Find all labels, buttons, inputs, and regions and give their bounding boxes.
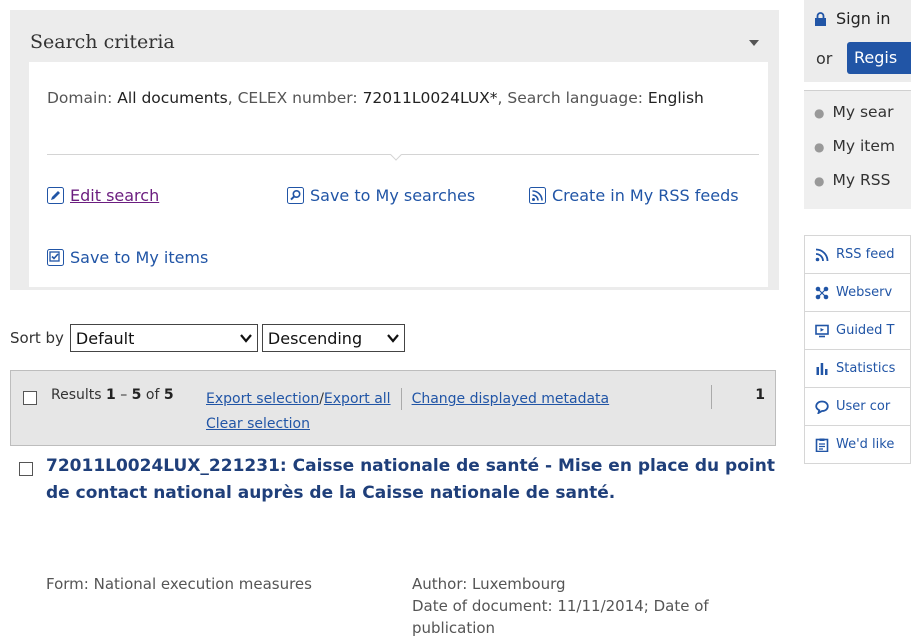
search-criteria-panel: Search criteria Domain: All documents, C…: [10, 10, 779, 290]
search-criteria-summary: Domain: All documents, CELEX number: 720…: [47, 87, 767, 110]
results-dash: –: [115, 387, 132, 403]
monitor-icon: [815, 324, 829, 337]
my-links-panel: ● My sear ● My item ● My RSS: [804, 90, 911, 209]
webservice-label: Webserv: [836, 285, 893, 300]
separator: [711, 385, 712, 409]
rss-icon: [815, 248, 829, 261]
clipboard-icon: [815, 438, 829, 452]
results-from: 1: [106, 387, 116, 403]
result-date: Date of document: 11/11/2014; Date of pu…: [412, 597, 709, 637]
sign-in-panel: Sign in or Regis: [804, 0, 911, 82]
result-meta: Author: Luxembourg Date of document: 11/…: [412, 573, 762, 639]
separator: [400, 388, 402, 410]
clear-selection-link[interactable]: Clear selection: [206, 416, 310, 432]
my-items-label: My item: [832, 137, 895, 155]
rss-icon: [529, 187, 546, 204]
guided-tour-label: Guided T: [836, 323, 895, 338]
divider: [47, 154, 759, 155]
domain-label: Domain:: [47, 89, 118, 107]
sort-field-value: Default: [75, 328, 135, 348]
select-all-checkbox[interactable]: [23, 391, 37, 405]
results-toolbar: Results 1 – 5 of 5 Export selection/Expo…: [10, 370, 776, 446]
my-searches-link[interactable]: ● My sear: [814, 103, 893, 121]
tools-list: RSS feed Webserv Guided T Statistics Use…: [804, 235, 911, 464]
bar-chart-icon: [816, 362, 828, 375]
page-number[interactable]: 1: [755, 387, 765, 403]
save-to-my-searches-button[interactable]: Save to My searches: [287, 184, 475, 207]
export-selection-link[interactable]: Export selection: [206, 391, 319, 407]
result-form: Form: National execution measures: [46, 575, 312, 593]
pencil-icon: [47, 187, 64, 204]
domain-value: All documents: [117, 89, 228, 107]
sort-label: Sort by: [10, 329, 64, 347]
guided-tour-link[interactable]: Guided T: [804, 311, 911, 349]
register-button[interactable]: Regis: [847, 42, 911, 74]
lock-icon: [815, 11, 826, 26]
create-rss-feed-button[interactable]: Create in My RSS feeds: [529, 184, 739, 207]
sort-field-select[interactable]: Default: [69, 324, 258, 352]
saved-items-icon: [47, 249, 64, 266]
my-rss-label: My RSS: [832, 171, 891, 189]
result-id-link[interactable]: 72011L0024LUX_221231: [46, 456, 280, 476]
language-value: English: [647, 89, 704, 107]
bullet-icon: ●: [814, 140, 825, 154]
webservice-link[interactable]: Webserv: [804, 273, 911, 311]
my-searches-label: My sear: [832, 103, 894, 121]
results-total: 5: [163, 387, 174, 403]
results-actions: Export selection/Export all Change displa…: [206, 387, 609, 437]
result-author: Author: Luxembourg: [412, 575, 566, 593]
save-to-my-searches-label: Save to My searches: [310, 186, 476, 205]
celex-label: , CELEX number:: [227, 89, 363, 107]
feedback-link[interactable]: We'd like: [804, 425, 911, 464]
network-icon: [815, 286, 829, 299]
user-corner-link[interactable]: User cor: [804, 387, 911, 425]
or-text: or: [816, 49, 833, 68]
statistics-label: Statistics: [836, 361, 896, 376]
language-label: , Search language:: [497, 89, 648, 107]
user-corner-label: User cor: [836, 399, 891, 414]
change-displayed-metadata-link[interactable]: Change displayed metadata: [412, 391, 610, 407]
chevron-down-icon: [240, 334, 252, 343]
result-title[interactable]: 72011L0024LUX_221231: Caisse nationale d…: [46, 453, 786, 507]
my-items-link[interactable]: ● My item: [814, 137, 895, 155]
rss-feeds-link[interactable]: RSS feed: [804, 235, 911, 273]
celex-value: 72011L0024LUX*: [362, 89, 498, 107]
feedback-label: We'd like: [836, 437, 895, 452]
sort-controls: Sort by Default Descending: [10, 324, 405, 352]
chevron-down-icon: [387, 334, 399, 343]
sort-order-select[interactable]: Descending: [261, 324, 405, 352]
search-criteria-body: Domain: All documents, CELEX number: 720…: [29, 62, 768, 287]
results-to: 5: [131, 387, 142, 403]
save-to-my-items-button[interactable]: Save to My items: [47, 246, 208, 269]
results-count: Results 1 – 5 of 5: [51, 387, 174, 403]
bullet-icon: ●: [814, 106, 825, 120]
saved-search-icon: [287, 187, 304, 204]
result-checkbox[interactable]: [19, 462, 33, 476]
collapse-toggle-icon[interactable]: [749, 40, 759, 46]
create-rss-feed-label: Create in My RSS feeds: [552, 186, 739, 205]
statistics-link[interactable]: Statistics: [804, 349, 911, 387]
export-all-link[interactable]: Export all: [324, 391, 391, 407]
sign-in-link[interactable]: Sign in: [814, 9, 891, 28]
edit-search-button[interactable]: Edit search: [47, 184, 159, 207]
sign-in-label: Sign in: [836, 9, 891, 28]
search-criteria-title: Search criteria: [30, 31, 175, 53]
results-prefix: Results: [51, 387, 107, 403]
my-rss-link[interactable]: ● My RSS: [814, 171, 890, 189]
sort-order-value: Descending: [267, 328, 363, 348]
edit-search-link[interactable]: Edit search: [70, 184, 159, 207]
results-of: of: [141, 387, 164, 403]
chat-bubble-icon: [815, 400, 829, 414]
rss-feeds-label: RSS feed: [836, 247, 895, 262]
bullet-icon: ●: [814, 174, 825, 188]
save-to-my-items-label: Save to My items: [70, 248, 209, 267]
divider-notch: [390, 149, 402, 161]
